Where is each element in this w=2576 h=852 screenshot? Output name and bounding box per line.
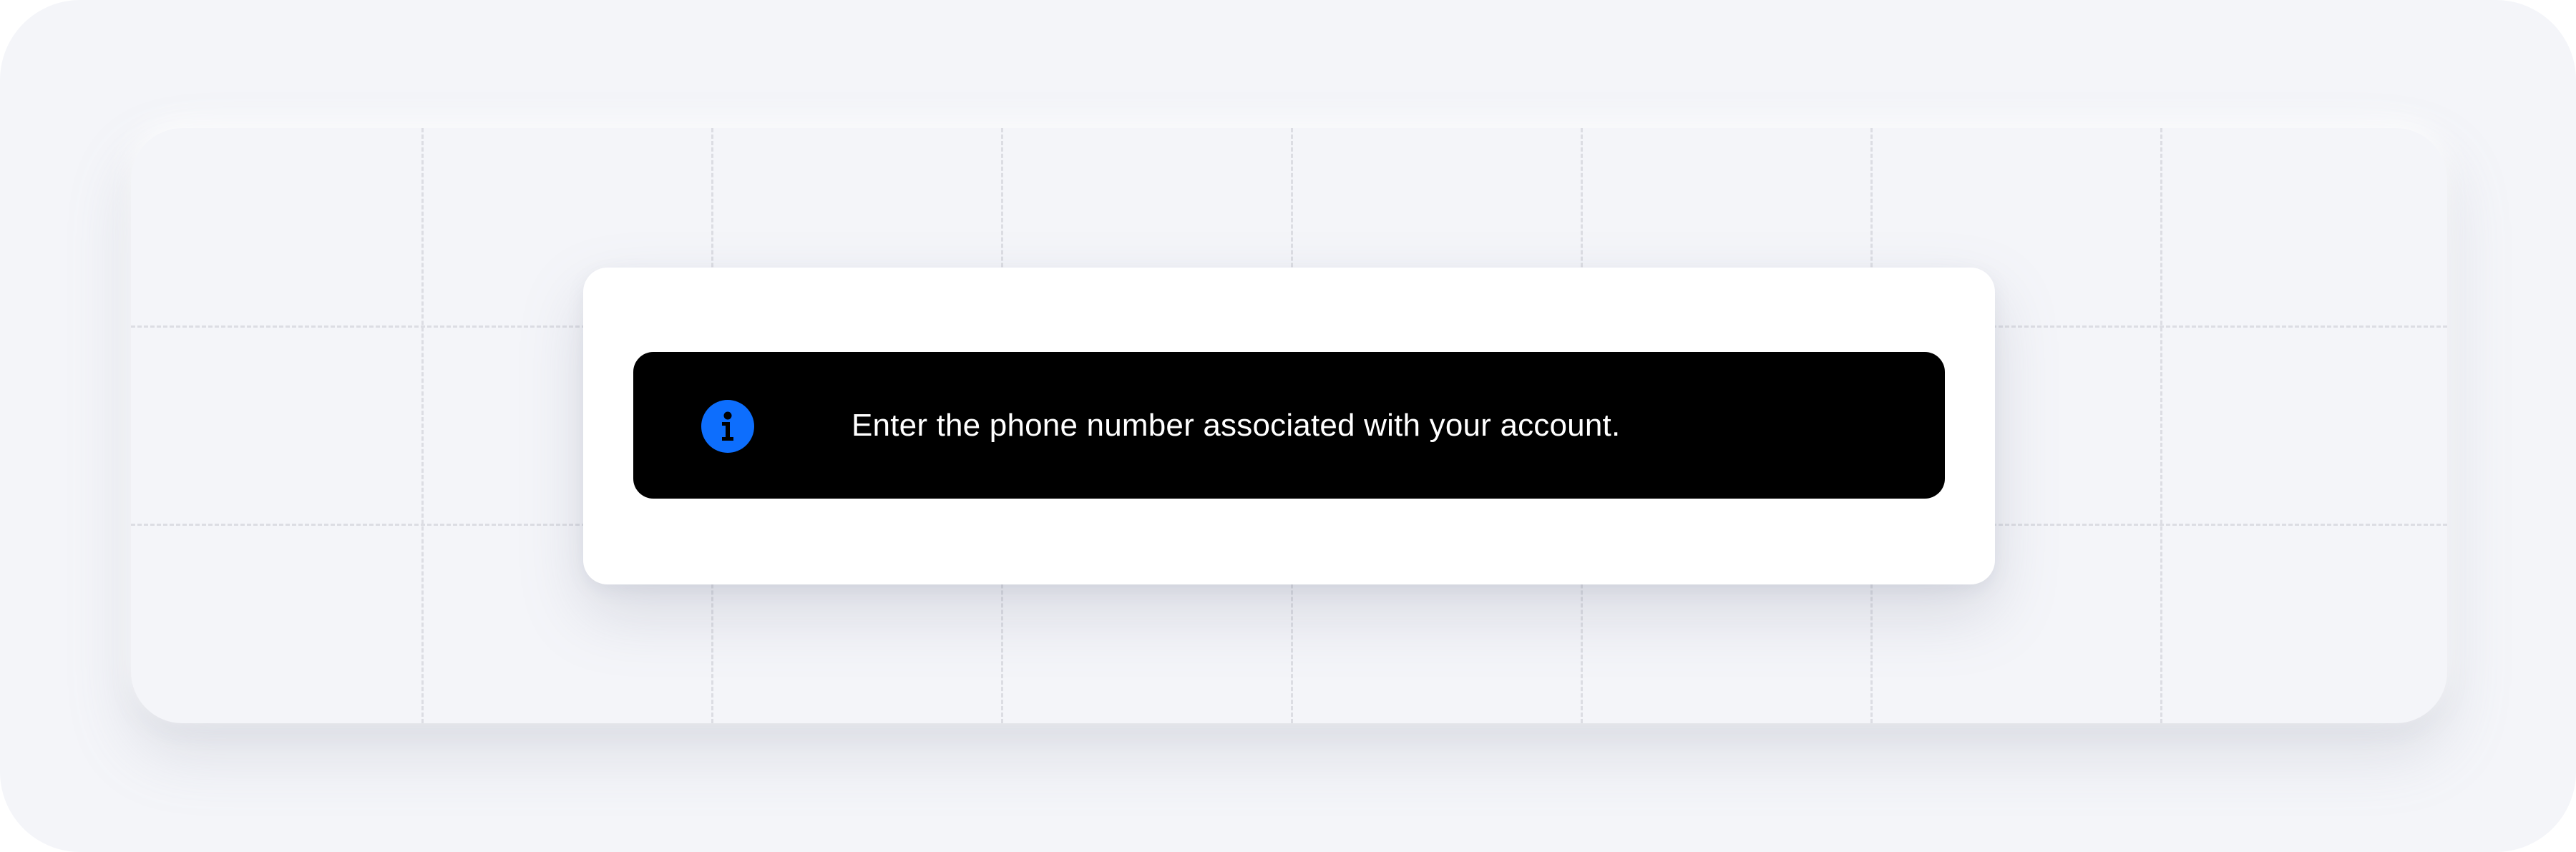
grid-line-vertical (421, 128, 424, 723)
toast-preview-card: Enter the phone number associated with y… (583, 268, 1995, 584)
page-background: Enter the phone number associated with y… (0, 0, 2576, 852)
grid-line-vertical (2160, 128, 2162, 723)
toast-message: Enter the phone number associated with y… (852, 408, 1621, 443)
info-icon (701, 400, 754, 453)
info-toast[interactable]: Enter the phone number associated with y… (633, 352, 1945, 499)
